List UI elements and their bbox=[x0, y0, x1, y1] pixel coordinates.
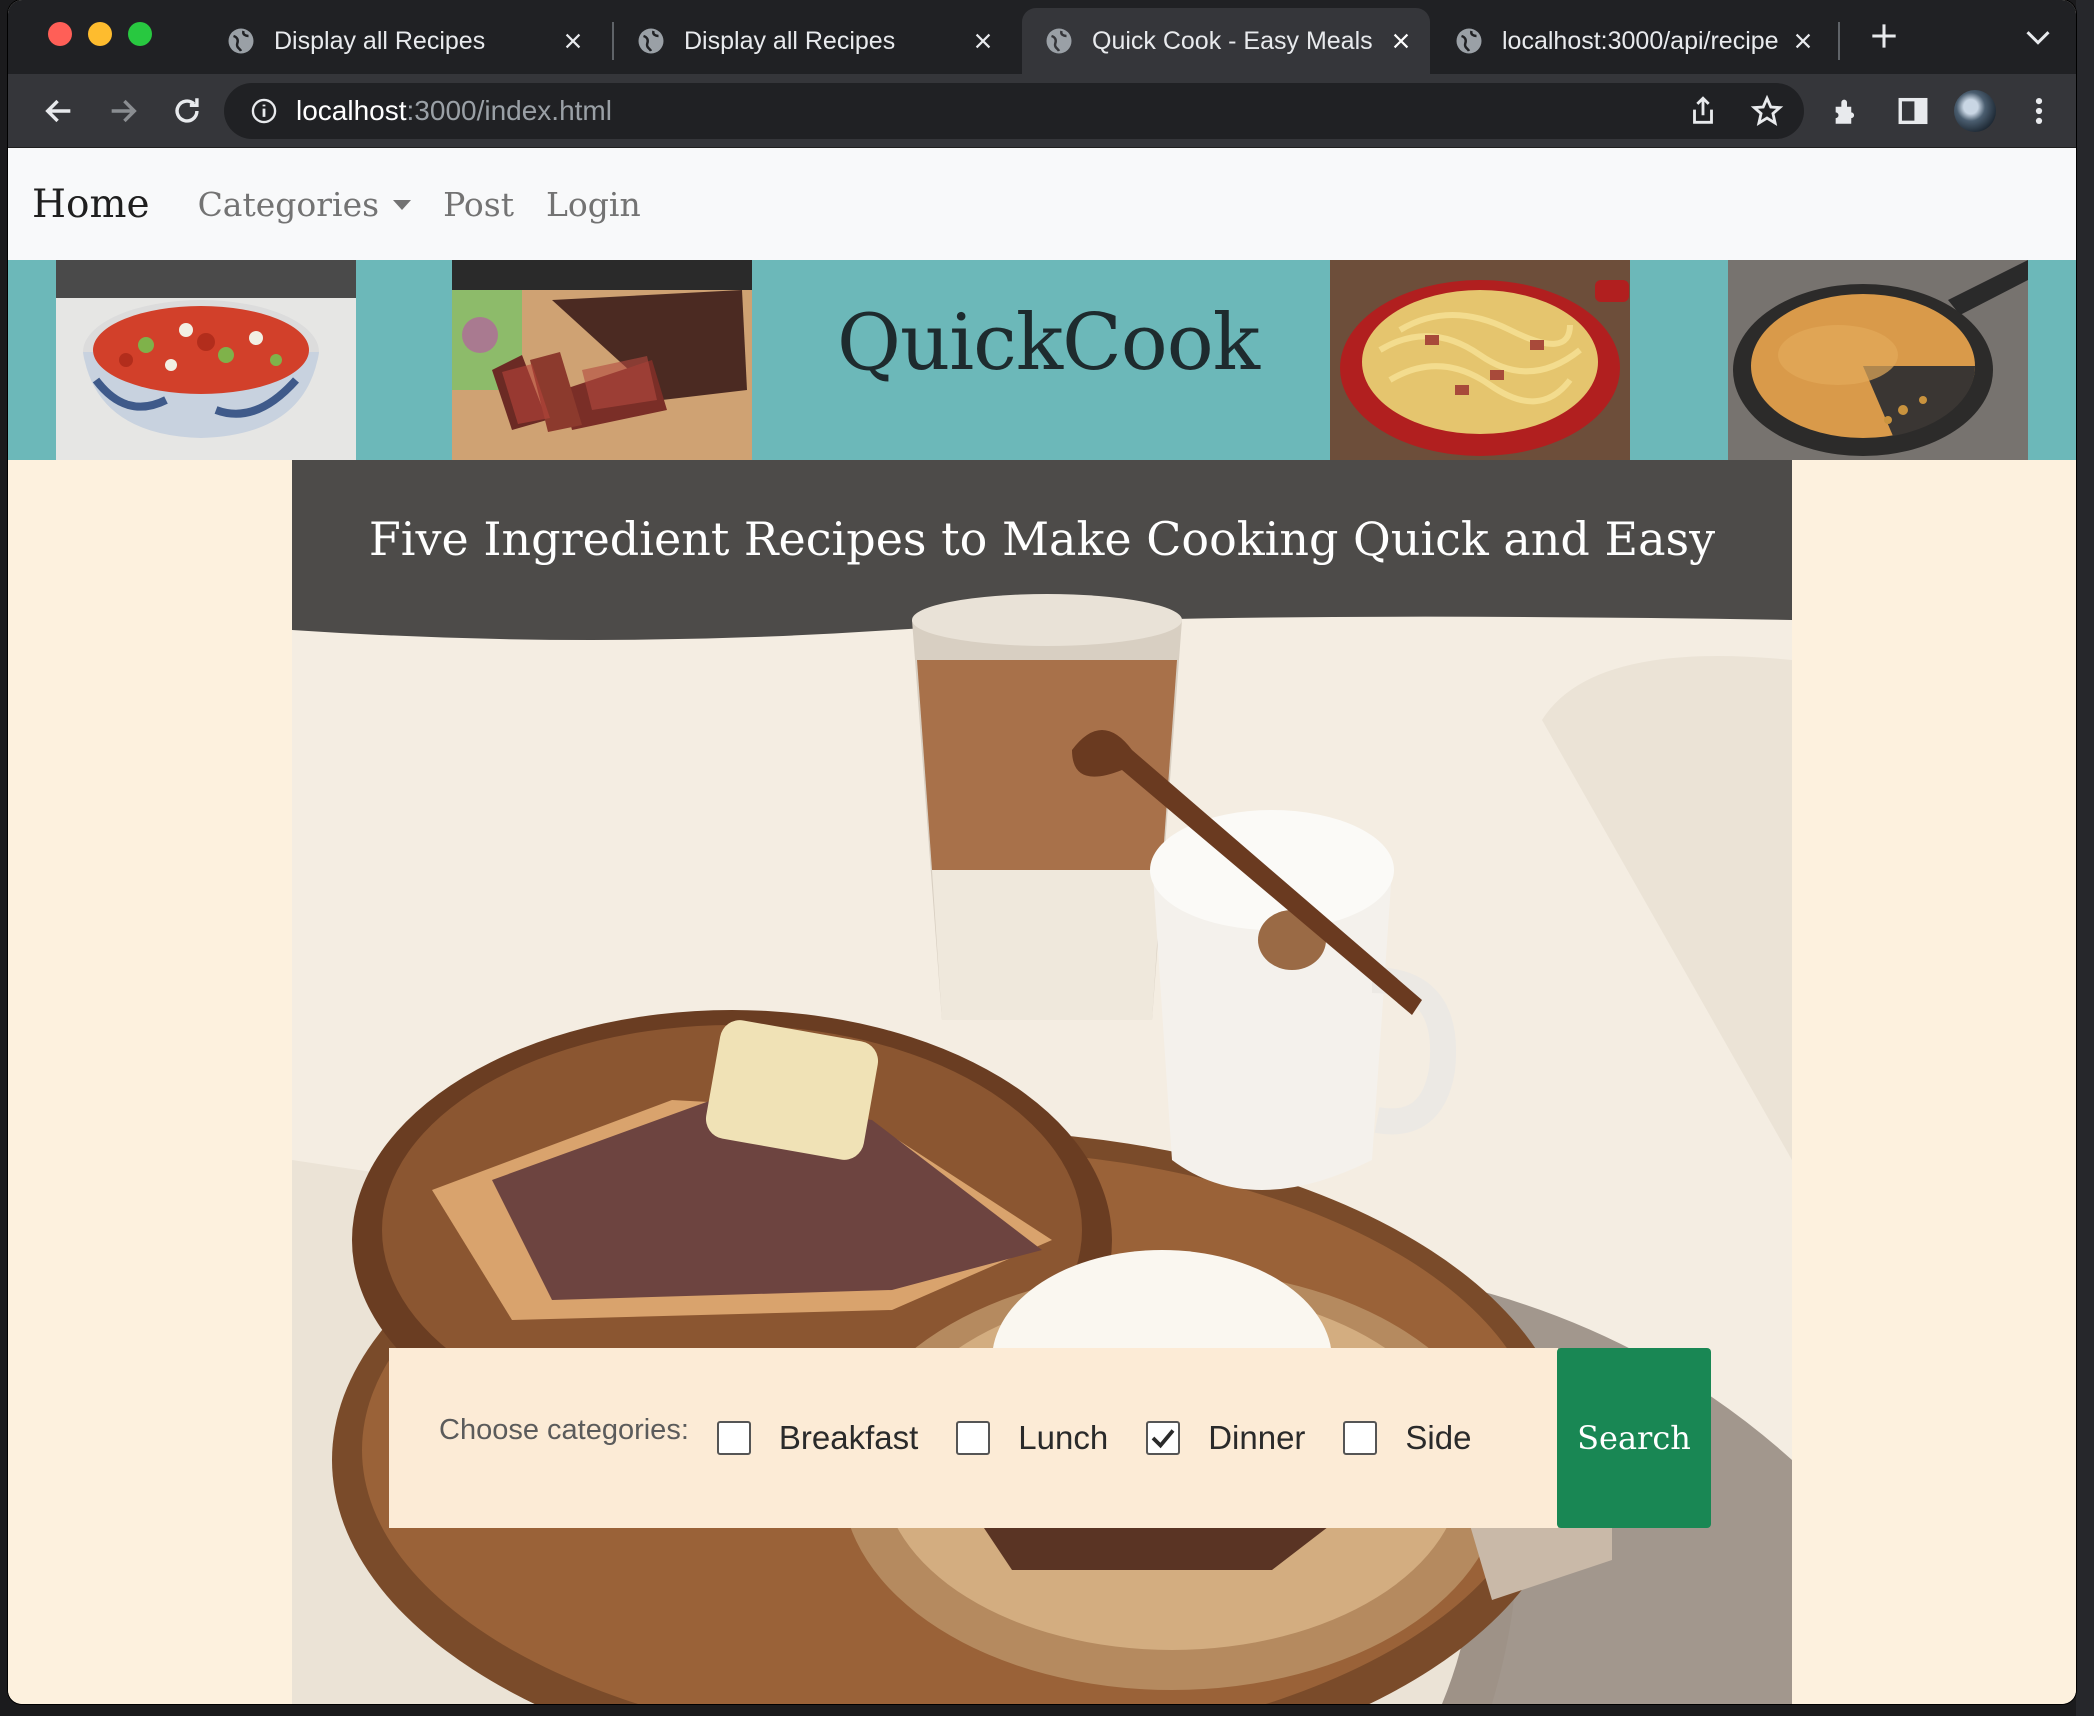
minimize-window-button[interactable] bbox=[88, 22, 112, 46]
url-host: localhost bbox=[296, 95, 407, 126]
salsa-image bbox=[56, 260, 356, 460]
tab-api-recipes[interactable]: localhost:3000/api/recipes bbox=[1432, 8, 1832, 74]
pasta-image bbox=[1330, 260, 1630, 460]
checkbox-label: Breakfast bbox=[778, 1419, 919, 1456]
globe-icon bbox=[1046, 28, 1072, 54]
reload-icon[interactable] bbox=[170, 94, 204, 128]
tab-title: Display all Recipes bbox=[274, 26, 486, 55]
cornbread-image bbox=[1728, 260, 2028, 460]
checkbox-dinner[interactable] bbox=[1146, 1421, 1181, 1455]
site-navbar: Home Categories Post Login bbox=[8, 148, 2076, 260]
url-path: :3000/index.html bbox=[406, 95, 612, 126]
checkbox-label: Dinner bbox=[1208, 1419, 1306, 1456]
globe-icon bbox=[638, 28, 664, 54]
tab-separator bbox=[1838, 22, 1840, 60]
checkbox-lunch[interactable] bbox=[956, 1421, 991, 1455]
forward-arrow-icon[interactable] bbox=[106, 94, 140, 128]
browser-window: Display all Recipes Display all Recipes … bbox=[8, 0, 2076, 1704]
checkbox-label: Lunch bbox=[1018, 1419, 1109, 1456]
globe-icon bbox=[1456, 28, 1482, 54]
tab-quick-cook[interactable]: Quick Cook - Easy Meals bbox=[1022, 8, 1430, 74]
page-content: Home Categories Post Login QuickCook Fiv… bbox=[8, 148, 2076, 1704]
tab-title: localhost:3000/api/recipes bbox=[1502, 26, 1778, 55]
choose-categories-label: Choose categories: bbox=[439, 1413, 689, 1446]
site-logo: QuickCook bbox=[837, 298, 1260, 388]
more-options-icon[interactable] bbox=[2022, 94, 2056, 128]
side-panel-icon[interactable] bbox=[1896, 94, 1930, 128]
close-icon[interactable] bbox=[562, 30, 584, 52]
background-terminal bbox=[2076, 0, 2094, 1716]
close-icon[interactable] bbox=[972, 30, 994, 52]
globe-icon bbox=[228, 28, 254, 54]
nav-home-link[interactable]: Home bbox=[32, 182, 150, 227]
tab-display-recipes-2[interactable]: Display all Recipes bbox=[614, 8, 1012, 74]
chevron-down-icon[interactable] bbox=[2024, 28, 2052, 48]
dropdown-caret-icon bbox=[393, 200, 412, 210]
info-icon[interactable] bbox=[250, 97, 278, 125]
hero-title: Five Ingredient Recipes to Make Cooking … bbox=[368, 512, 1716, 566]
new-tab-icon[interactable] bbox=[1870, 22, 1898, 50]
category-search-panel: Choose categories: Breakfast Lunch Dinne… bbox=[389, 1348, 1558, 1528]
profile-avatar[interactable] bbox=[1954, 90, 1996, 132]
checkbox-label: Side bbox=[1405, 1419, 1472, 1456]
category-side[interactable]: Side bbox=[1343, 1419, 1471, 1457]
nav-login-link[interactable]: Login bbox=[546, 185, 641, 224]
steak-image bbox=[452, 260, 752, 460]
address-bar[interactable]: localhost:3000/index.html bbox=[224, 83, 1804, 139]
category-lunch[interactable]: Lunch bbox=[956, 1419, 1108, 1457]
close-icon[interactable] bbox=[1792, 30, 1814, 52]
maximize-window-button[interactable] bbox=[128, 22, 152, 46]
nav-categories-label: Categories bbox=[197, 184, 380, 224]
tab-display-recipes-1[interactable]: Display all Recipes bbox=[204, 8, 602, 74]
share-icon[interactable] bbox=[1686, 94, 1720, 128]
tab-title: Display all Recipes bbox=[684, 26, 896, 55]
category-breakfast[interactable]: Breakfast bbox=[716, 1419, 919, 1457]
category-dinner[interactable]: Dinner bbox=[1146, 1419, 1305, 1457]
site-banner: QuickCook bbox=[8, 260, 2076, 460]
nav-post-link[interactable]: Post bbox=[443, 185, 514, 224]
back-arrow-icon[interactable] bbox=[42, 94, 76, 128]
close-icon[interactable] bbox=[1390, 30, 1412, 52]
checkbox-side[interactable] bbox=[1343, 1421, 1378, 1455]
tab-title: Quick Cook - Easy Meals bbox=[1092, 26, 1373, 55]
tab-strip: Display all Recipes Display all Recipes … bbox=[8, 0, 2076, 74]
checkmark-icon bbox=[1151, 1429, 1175, 1449]
extensions-icon[interactable] bbox=[1830, 94, 1864, 128]
browser-toolbar: localhost:3000/index.html bbox=[8, 74, 2076, 148]
search-button[interactable]: Search bbox=[1557, 1348, 1711, 1528]
nav-categories-dropdown[interactable]: Categories bbox=[198, 185, 412, 224]
checkbox-breakfast[interactable] bbox=[716, 1421, 751, 1455]
bookmark-star-icon[interactable] bbox=[1750, 94, 1784, 128]
close-window-button[interactable] bbox=[48, 22, 72, 46]
